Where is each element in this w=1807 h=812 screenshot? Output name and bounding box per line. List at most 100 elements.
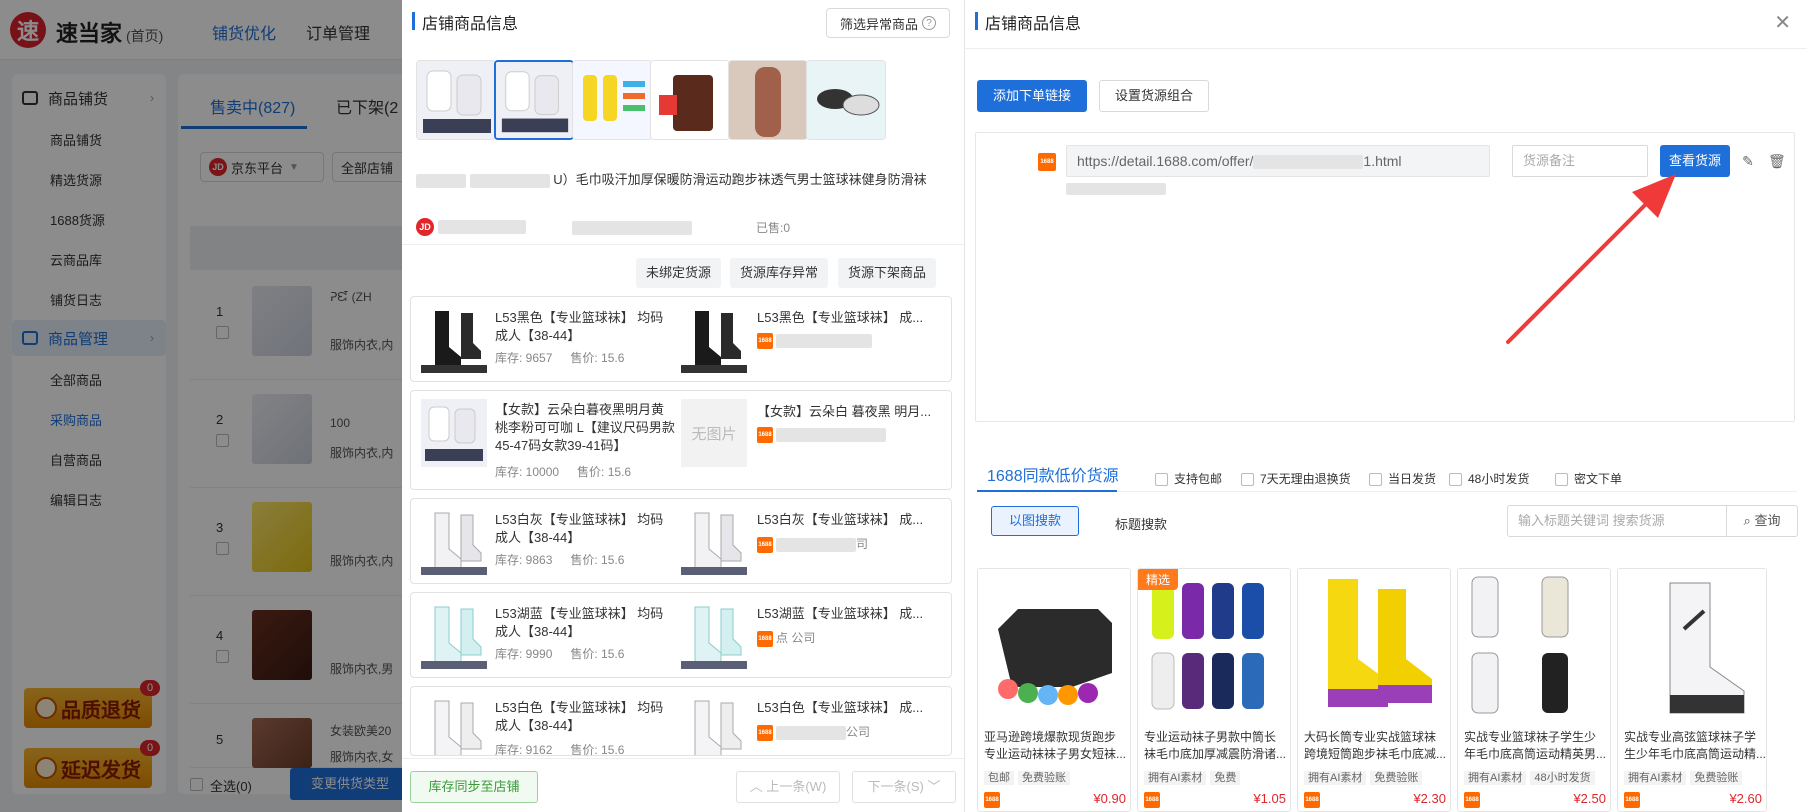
product-image bbox=[1458, 569, 1610, 723]
sku-name: L53黑色【专业篮球袜】 均码成人【38-44】 bbox=[495, 310, 664, 343]
checkbox[interactable] bbox=[1241, 473, 1254, 487]
option-free-shipping[interactable]: 支持包邮 bbox=[1155, 470, 1222, 487]
product-tags: 包邮 免费验账 bbox=[984, 769, 1074, 785]
sku-card[interactable]: 【女款】云朵白暮夜黑明月黄桃李粉可可咖 L【建议尺码男款45-47码女款39-4… bbox=[410, 390, 952, 490]
sku-card[interactable]: L53白色【专业篮球袜】 均码成人【38-44】 库存: 9162 售价: 15.… bbox=[410, 686, 952, 756]
checkbox[interactable] bbox=[1369, 473, 1382, 487]
product-thumb[interactable] bbox=[572, 60, 652, 140]
redacted bbox=[776, 334, 872, 348]
checkbox[interactable] bbox=[1449, 473, 1462, 487]
option-48h[interactable]: 48小时发货 bbox=[1449, 470, 1529, 487]
source-shop: 1688 司 bbox=[757, 536, 869, 553]
edit-icon[interactable]: ✎ bbox=[1740, 153, 1756, 169]
product-price: ¥1.05 bbox=[1253, 791, 1286, 806]
search-by-image-button[interactable]: 以图搜款 bbox=[991, 506, 1079, 536]
sku-meta: 库存: 9162 售价: 15.6 bbox=[495, 743, 625, 756]
redacted bbox=[469, 173, 550, 188]
sku-meta: 库存: 10000 售价: 15.6 bbox=[495, 465, 632, 479]
source-product-card[interactable]: 亚马逊跨境爆款现货跑步专业运动袜袜子男女短袜... 包邮 免费验账 1688 ¥0.… bbox=[977, 568, 1131, 812]
filter-unbound-button[interactable]: 未绑定货源 bbox=[636, 258, 722, 288]
source-product-card[interactable]: 实战专业高弦篮球袜子学生少年毛巾底高筒运动精... 拥有AI素材 免费验账 168… bbox=[1617, 568, 1767, 812]
source-product-card[interactable]: 实战专业篮球袜子学生少年毛巾底高筒运动精英男... 拥有AI素材 48小时发货 1… bbox=[1457, 568, 1611, 812]
option-7day-return[interactable]: 7天无理由退换货 bbox=[1241, 470, 1351, 487]
source-shop: 1688 bbox=[757, 427, 886, 443]
prev-button[interactable]: ︿ 上一条(W) bbox=[736, 771, 840, 803]
sku-meta: 库存: 9863 售价: 15.6 bbox=[495, 553, 625, 567]
close-icon[interactable]: ✕ bbox=[1774, 10, 1791, 35]
product-thumb[interactable] bbox=[728, 60, 808, 140]
option-same-day[interactable]: 当日发货 bbox=[1369, 470, 1436, 487]
filter-abnormal-button[interactable]: 筛选异常商品? bbox=[826, 8, 950, 38]
1688-icon: 1688 bbox=[1464, 791, 1480, 808]
sku-name: 【女款】云朵白暮夜黑明月黄桃李粉可可咖 L【建议尺码男款45-47码女款39-4… bbox=[495, 402, 675, 453]
product-tags: 拥有AI素材 免费验账 bbox=[1624, 769, 1746, 785]
sku-card[interactable]: L53湖蓝【专业篮球袜】 均码成人【38-44】 库存: 9990 售价: 15.… bbox=[410, 592, 952, 678]
panel-title: 店铺商品信息 bbox=[975, 10, 1081, 34]
checkbox[interactable] bbox=[1555, 473, 1568, 487]
1688-icon: 1688 bbox=[757, 724, 773, 741]
keyword-search-input[interactable]: 输入标题关键词 搜索货源 bbox=[1507, 505, 1727, 537]
source-product-card[interactable]: 大码长筒专业实战篮球袜跨境短筒跑步袜毛巾底减... 拥有AI素材 免费验账 168… bbox=[1297, 568, 1451, 812]
source-name: 【女款】云朵白 暮夜黑 明月... bbox=[757, 404, 932, 419]
product-thumb[interactable] bbox=[650, 60, 730, 140]
redacted bbox=[776, 428, 886, 442]
source-shop: 1688 公司 bbox=[757, 724, 871, 741]
product-title: 亚马逊跨境爆款现货跑步专业运动袜袜子男女短袜... bbox=[984, 730, 1126, 761]
sold-count: 已售:0 bbox=[756, 221, 791, 235]
source-shop: 1688 bbox=[757, 333, 872, 349]
product-thumb-selected[interactable] bbox=[494, 60, 574, 140]
redacted bbox=[1066, 183, 1166, 195]
product-image bbox=[1298, 569, 1450, 723]
1688-icon: 1688 bbox=[1624, 791, 1640, 808]
product-price: ¥2.50 bbox=[1573, 791, 1606, 806]
trash-icon[interactable]: 🗑 bbox=[1768, 153, 1786, 169]
redacted bbox=[776, 725, 846, 740]
query-button[interactable]: ⌕ 查询 bbox=[1726, 505, 1798, 537]
sku-card[interactable]: L53白灰【专业篮球袜】 均码成人【38-44】 库存: 9863 售价: 15.… bbox=[410, 498, 952, 584]
source-url-input[interactable]: https://detail.1688.com/offer/1.html bbox=[1066, 145, 1490, 177]
product-tags: 拥有AI素材 免费验账 bbox=[1304, 769, 1426, 785]
add-order-link-button[interactable]: 添加下单链接 bbox=[977, 80, 1087, 112]
no-image-placeholder: 无图片 bbox=[681, 399, 747, 467]
product-thumb[interactable] bbox=[806, 60, 886, 140]
filter-offshelf-button[interactable]: 货源下架商品 bbox=[838, 258, 937, 288]
product-thumb[interactable] bbox=[416, 60, 496, 140]
1688-icon: 1688 bbox=[757, 427, 773, 443]
store-product-panel: 店铺商品信息 筛选异常商品? U）毛巾吸汗加厚保暖防滑运动跑步袜透气男士篮球袜健… bbox=[402, 0, 964, 812]
search-icon: ⌕ bbox=[1743, 513, 1755, 528]
sku-meta: 库存: 9990 售价: 15.6 bbox=[495, 647, 625, 661]
tab-underline bbox=[977, 490, 1117, 492]
divider bbox=[965, 48, 1807, 49]
product-image bbox=[1138, 569, 1290, 723]
source-product-card[interactable]: 精选 专业运动袜子男款中筒长袜毛巾底加厚减震防滑诸... 拥有AI素材 免费 16… bbox=[1137, 568, 1291, 812]
sku-image bbox=[421, 305, 487, 373]
source-image bbox=[681, 305, 747, 373]
product-price: ¥2.30 bbox=[1413, 791, 1446, 806]
sku-card[interactable]: L53黑色【专业篮球袜】 均码成人【38-44】 库存: 9657 售价: 15.… bbox=[410, 296, 952, 382]
1688-icon: 1688 bbox=[984, 791, 1000, 808]
chevron-down-icon: ﹀ bbox=[923, 779, 941, 794]
option-encrypted-order[interactable]: 密文下单 bbox=[1555, 470, 1622, 487]
redacted bbox=[776, 537, 856, 552]
product-title: U）毛巾吸汗加厚保暖防滑运动跑步袜透气男士篮球袜健身防滑袜 bbox=[416, 170, 946, 190]
product-image bbox=[1620, 569, 1766, 723]
sku-image bbox=[421, 601, 487, 669]
checkbox[interactable] bbox=[1155, 473, 1168, 487]
1688-icon: 1688 bbox=[757, 536, 773, 553]
sku-image bbox=[421, 399, 487, 467]
next-button[interactable]: 下一条(S) ﹀ bbox=[852, 771, 956, 803]
filter-stock-abnormal-button[interactable]: 货源库存异常 bbox=[730, 258, 829, 288]
product-title: 专业运动袜子男款中筒长袜毛巾底加厚减震防滑诸... bbox=[1144, 730, 1286, 761]
featured-badge: 精选 bbox=[1138, 569, 1179, 590]
set-source-combo-button[interactable]: 设置货源组合 bbox=[1099, 80, 1209, 112]
search-by-title-tab[interactable]: 标题搜款 bbox=[1115, 514, 1167, 533]
jd-icon: JD bbox=[416, 218, 434, 236]
product-title: 大码长筒专业实战篮球袜跨境短筒跑步袜毛巾底减... bbox=[1304, 730, 1446, 761]
sync-stock-button[interactable]: 库存同步至店铺 bbox=[410, 771, 538, 803]
sku-name: L53白灰【专业篮球袜】 均码成人【38-44】 bbox=[495, 512, 664, 545]
1688-icon: 1688 bbox=[1038, 153, 1056, 171]
panel-footer: 库存同步至店铺 ︿ 上一条(W) 下一条(S) ﹀ bbox=[402, 758, 964, 812]
sku-image bbox=[421, 507, 487, 575]
sku-image bbox=[421, 695, 487, 755]
tab-1688-low-price[interactable]: 1688同款低价货源 bbox=[987, 462, 1119, 486]
